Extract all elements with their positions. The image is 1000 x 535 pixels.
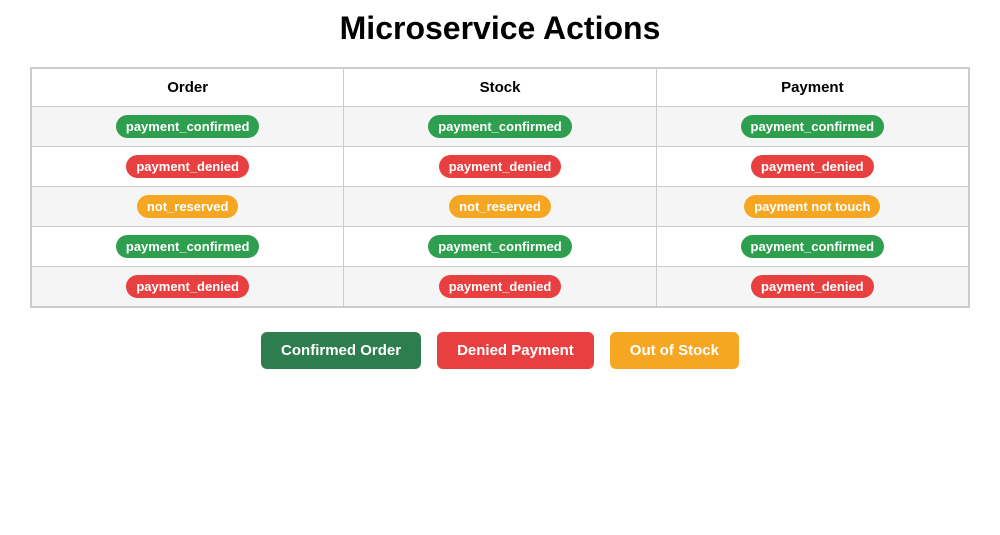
badge-order-4: payment_denied: [126, 275, 249, 298]
cell-order-2: not_reserved: [32, 187, 344, 227]
badge-stock-4: payment_denied: [439, 275, 562, 298]
cell-stock-4: payment_denied: [344, 267, 656, 307]
badge-order-1: payment_denied: [126, 155, 249, 178]
badge-stock-1: payment_denied: [439, 155, 562, 178]
page-title: Microservice Actions: [340, 10, 661, 47]
denied-payment-button[interactable]: Denied Payment: [437, 332, 594, 369]
table-row: payment_denied payment_denied payment_deni…: [32, 147, 969, 187]
badge-payment-1: payment_denied: [751, 155, 874, 178]
badge-stock-2: not_reserved: [449, 195, 551, 218]
cell-stock-1: payment_denied: [344, 147, 656, 187]
cell-payment-4: payment_denied: [656, 267, 968, 307]
badge-payment-4: payment_denied: [751, 275, 874, 298]
cell-order-3: payment_confirmed: [32, 227, 344, 267]
col-header-order: Order: [32, 69, 344, 107]
cell-order-4: payment_denied: [32, 267, 344, 307]
cell-payment-0: payment_confirmed: [656, 107, 968, 147]
out-of-stock-button[interactable]: Out of Stock: [610, 332, 739, 369]
badge-order-2: not_reserved: [137, 195, 239, 218]
cell-payment-1: payment_denied: [656, 147, 968, 187]
table-row: not_reserved not_reserved payment not touc…: [32, 187, 969, 227]
table-row: payment_denied payment_denied payment_deni…: [32, 267, 969, 307]
cell-stock-0: payment_confirmed: [344, 107, 656, 147]
badge-payment-3: payment_confirmed: [741, 235, 885, 258]
badge-stock-0: payment_confirmed: [428, 115, 572, 138]
cell-payment-2: payment not touch: [656, 187, 968, 227]
confirmed-order-button[interactable]: Confirmed Order: [261, 332, 421, 369]
badge-order-3: payment_confirmed: [116, 235, 260, 258]
cell-stock-3: payment_confirmed: [344, 227, 656, 267]
badge-stock-3: payment_confirmed: [428, 235, 572, 258]
microservice-table: Order Stock Payment payment_confirmedpay…: [30, 67, 970, 308]
badge-payment-2: payment not touch: [744, 195, 880, 218]
cell-stock-2: not_reserved: [344, 187, 656, 227]
cell-order-1: payment_denied: [32, 147, 344, 187]
badge-payment-0: payment_confirmed: [741, 115, 885, 138]
table-row: payment_confirmed payment_confirmed paymen…: [32, 227, 969, 267]
cell-payment-3: payment_confirmed: [656, 227, 968, 267]
col-header-stock: Stock: [344, 69, 656, 107]
cell-order-0: payment_confirmed: [32, 107, 344, 147]
legend-area: Confirmed Order Denied Payment Out of St…: [261, 332, 739, 369]
badge-order-0: payment_confirmed: [116, 115, 260, 138]
table-row: payment_confirmed payment_confirmed paymen…: [32, 107, 969, 147]
col-header-payment: Payment: [656, 69, 968, 107]
